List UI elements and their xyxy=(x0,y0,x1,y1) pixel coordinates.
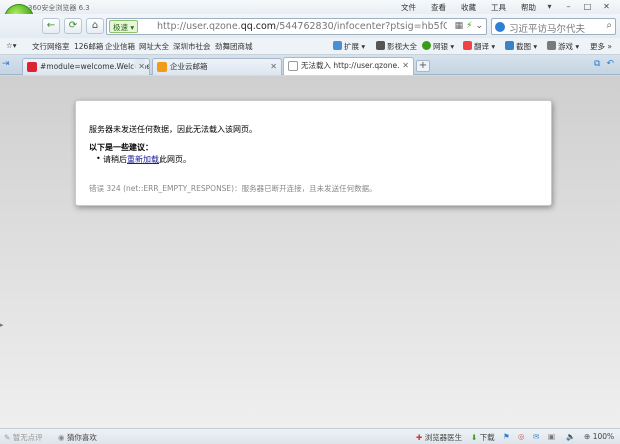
search-engine-icon[interactable] xyxy=(495,22,505,32)
speed-icon[interactable]: ⚑ xyxy=(503,432,510,441)
zoom-icon: ⊕ xyxy=(584,432,591,441)
mail-icon xyxy=(27,62,37,72)
bookmark-item[interactable]: 劲舞团商城 xyxy=(215,41,253,52)
tab-enterprise-mail[interactable]: 企业云邮箱 ✕ xyxy=(152,58,282,75)
page-content: ▸ 服务器未发送任何数据，因此无法载入该网页。 以下是一些建议： • 请稍后重新… xyxy=(0,76,620,428)
doctor-icon: ✚ xyxy=(416,433,423,442)
bank-button[interactable]: 网银 ▾ xyxy=(422,41,454,52)
back-arrow-icon: ← xyxy=(46,20,56,31)
new-tab-button[interactable]: + xyxy=(416,60,430,72)
video-icon xyxy=(376,41,385,50)
bookmark-item[interactable]: 深圳市社会 xyxy=(173,41,211,52)
rating-status[interactable]: ✎ 暂无点评 xyxy=(4,432,43,443)
undo-close-icon[interactable]: ↶ xyxy=(606,59,614,69)
message-icon[interactable]: ✉ xyxy=(533,432,539,441)
error-message: 服务器未发送任何数据，因此无法载入该网页。 xyxy=(89,125,257,134)
suggestion-item: • 请稍后重新加载此网页。 xyxy=(96,154,191,164)
menu-tools[interactable]: 工具 xyxy=(491,2,506,13)
menu-file[interactable]: 文件 xyxy=(401,2,416,13)
download-icon: ⬇ xyxy=(471,433,478,442)
search-icon[interactable]: ⌕ xyxy=(606,20,612,31)
image-icon[interactable]: ▣ xyxy=(548,432,555,441)
dropdown-icon[interactable]: ⌄ xyxy=(475,21,483,31)
tab-tools: ⧉ ↶ xyxy=(594,59,614,69)
home-icon: ⌂ xyxy=(91,20,99,31)
favorite-star-icon[interactable]: ▦ xyxy=(455,21,464,31)
address-actions: ▦ ⚡ ⌄ xyxy=(455,21,483,31)
rating-icon: ✎ xyxy=(4,433,11,442)
bullet-icon: • xyxy=(96,154,101,163)
back-button[interactable]: ← xyxy=(42,18,60,34)
translate-button[interactable]: 翻译 ▾ xyxy=(463,41,495,52)
bookmark-item[interactable]: 网址大全 xyxy=(139,41,169,52)
extensions-button[interactable]: 扩展 ▾ xyxy=(333,41,365,52)
page-icon xyxy=(288,61,298,71)
recommend-button[interactable]: ◉ 猜你喜欢 xyxy=(58,432,97,443)
tab-error-page[interactable]: 无法载入 http://user.qzone.q ✕ xyxy=(283,57,414,75)
status-bar: ✎ 暂无点评 ◉ 猜你喜欢 ✚ 浏览器医生 ⬇ 下载 ⚑ ◎ ✉ ▣ 🔈 ⊕ 1… xyxy=(0,428,620,444)
window-controls: ▾ – □ ✕ xyxy=(540,1,616,13)
zoom-control[interactable]: ⊕ 100% xyxy=(584,432,614,441)
address-bar[interactable]: 极速 ▾ http://user.qzone.qq.com/544762830/… xyxy=(106,18,487,35)
games-button[interactable]: 游戏 ▾ xyxy=(547,41,579,52)
address-url[interactable]: http://user.qzone.qq.com/544762830/infoc… xyxy=(157,21,447,32)
tab-close-icon[interactable]: ✕ xyxy=(132,59,145,74)
sidebar-toggle-icon[interactable]: ⇥ xyxy=(2,59,14,71)
minimize-button[interactable]: – xyxy=(559,1,578,13)
close-button[interactable]: ✕ xyxy=(597,1,616,13)
tab-close-icon[interactable]: ✕ xyxy=(399,58,409,73)
refresh-button[interactable]: ⟳ xyxy=(64,18,82,34)
title-bar: 360安全浏览器 6.3 文件 查看 收藏 工具 帮助 ▾ – □ ✕ xyxy=(0,0,620,14)
menu-favorites[interactable]: 收藏 xyxy=(461,2,476,13)
app-title: 360安全浏览器 6.3 xyxy=(28,4,90,12)
suggestion-heading: 以下是一些建议： xyxy=(89,143,153,152)
screenshot-button[interactable]: 截图 ▾ xyxy=(505,41,537,52)
error-panel: 服务器未发送任何数据，因此无法载入该网页。 以下是一些建议： • 请稍后重新加载… xyxy=(75,100,552,206)
search-box[interactable]: 习近平访马尔代夫 ⌕ xyxy=(491,18,616,35)
extension-icon xyxy=(333,41,342,50)
bookmarks-bar: ☆▾ 文行网络室 126邮箱 企业信箱 网址大全 深圳市社会 劲舞团商城 扩展 … xyxy=(0,38,620,55)
browser-doctor-button[interactable]: ✚ 浏览器医生 xyxy=(416,432,462,443)
reload-link[interactable]: 重新加载 xyxy=(127,155,159,164)
address-toolbar: ← ⟳ ⌂ 极速 ▾ http://user.qzone.qq.com/5447… xyxy=(0,14,620,38)
video-button[interactable]: 影视大全 xyxy=(376,41,417,52)
recommend-icon: ◉ xyxy=(58,433,65,442)
error-code: 错误 324 (net::ERR_EMPTY_RESPONSE)：服务器已断开连… xyxy=(89,184,377,193)
search-input[interactable]: 习近平访马尔代夫 xyxy=(509,21,585,35)
tab-close-icon[interactable]: ✕ xyxy=(270,59,277,74)
bookmark-item[interactable]: 126邮箱 xyxy=(74,41,103,52)
menu-bar: 文件 查看 收藏 工具 帮助 xyxy=(401,2,536,13)
home-button[interactable]: ⌂ xyxy=(86,18,104,34)
scissors-icon xyxy=(505,41,514,50)
menu-view[interactable]: 查看 xyxy=(431,2,446,13)
sidebar-grip-icon[interactable]: ▸ xyxy=(0,321,4,331)
volume-icon[interactable]: 🔈 xyxy=(566,432,575,441)
weibo-icon[interactable]: ◎ xyxy=(518,432,525,441)
shield-icon xyxy=(422,41,431,50)
game-icon xyxy=(547,41,556,50)
speed-lightning-icon[interactable]: ⚡ xyxy=(466,21,472,31)
mail-icon xyxy=(157,62,167,72)
download-button[interactable]: ⬇ 下载 xyxy=(471,432,495,443)
refresh-icon: ⟳ xyxy=(68,20,78,31)
restore-tabs-icon[interactable]: ⧉ xyxy=(594,59,600,69)
bookmark-item[interactable]: 文行网络室 xyxy=(32,41,70,52)
tab-welcome[interactable]: #module=welcome.WelcomeMod ✕ xyxy=(22,58,150,75)
maximize-button[interactable]: □ xyxy=(578,1,597,13)
translate-icon xyxy=(463,41,472,50)
skin-menu-button[interactable]: ▾ xyxy=(540,1,559,13)
more-button[interactable]: 更多 » xyxy=(590,41,612,52)
favorites-star-icon[interactable]: ☆▾ xyxy=(6,41,17,50)
menu-help[interactable]: 帮助 xyxy=(521,2,536,13)
mode-switch[interactable]: 极速 ▾ xyxy=(109,20,139,33)
bookmark-item[interactable]: 企业信箱 xyxy=(105,41,135,52)
